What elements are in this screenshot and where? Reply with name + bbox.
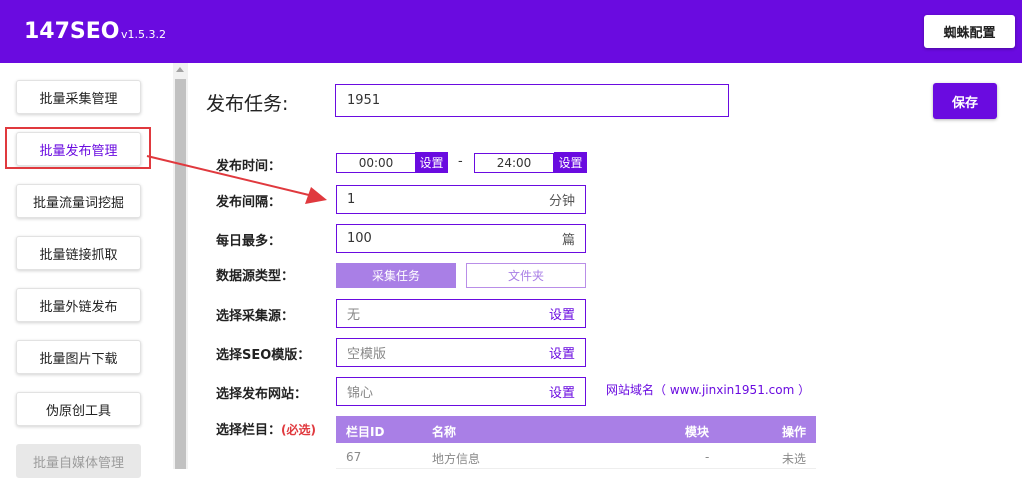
time-separator: - [458, 154, 463, 169]
scroll-up-arrow-icon[interactable] [176, 67, 184, 72]
publish-site-set-button[interactable]: 设置 [549, 382, 575, 401]
sidebar-item-batch-collect[interactable]: 批量采集管理 [16, 80, 141, 114]
row-module: - [705, 450, 710, 464]
seo-template-set-button[interactable]: 设置 [549, 343, 575, 362]
sidebar-item-pseudo-original[interactable]: 伪原创工具 [16, 392, 141, 426]
daily-max-value: 100 [347, 231, 372, 246]
interval-input[interactable]: 1 分钟 [336, 185, 586, 214]
end-time-set-button[interactable]: 设置 [554, 152, 587, 173]
site-domain-note: 网站域名（ www.jinxin1951.com ） [606, 383, 811, 397]
app-name: 147SEO [24, 19, 120, 44]
col-header-action: 操作 [782, 425, 807, 439]
collect-source-value: 无 [347, 308, 361, 323]
seo-template-label: 选择SEO模版： [216, 348, 311, 363]
save-button[interactable]: 保存 [933, 83, 997, 119]
publish-site-field[interactable]: 锦心 设置 [336, 377, 586, 406]
sidebar-scrollbar[interactable] [173, 63, 188, 469]
table-row[interactable]: 67 地方信息 - 未选 [336, 443, 816, 469]
daily-max-unit: 篇 [561, 233, 575, 248]
sidebar-item-media-manage[interactable]: 批量自媒体管理 [16, 444, 141, 478]
task-name-input[interactable]: 1951 [335, 84, 729, 117]
sidebar-item-keyword-mining[interactable]: 批量流量词挖掘 [16, 184, 141, 218]
col-header-id: 栏目ID [346, 425, 385, 439]
column-table-header: 栏目ID 名称 模块 操作 [336, 416, 816, 443]
start-time-input[interactable]: 00:00 [336, 153, 416, 173]
col-header-module: 模块 [685, 425, 710, 439]
sidebar-item-external-links[interactable]: 批量外链发布 [16, 288, 141, 322]
data-source-collect-task[interactable]: 采集任务 [336, 263, 456, 288]
required-mark: (必选) [281, 423, 316, 437]
seo-template-value: 空模版 [347, 347, 387, 362]
start-time-set-button[interactable]: 设置 [415, 152, 448, 173]
collect-source-label: 选择采集源： [216, 309, 295, 324]
end-time-input[interactable]: 24:00 [474, 153, 554, 173]
interval-value: 1 [347, 192, 356, 207]
row-name: 地方信息 [432, 452, 481, 466]
daily-max-label: 每日最多： [216, 234, 282, 249]
seo-template-field[interactable]: 空模版 设置 [336, 338, 586, 367]
spider-config-button[interactable]: 蜘蛛配置 [924, 15, 1015, 48]
interval-unit: 分钟 [548, 194, 575, 209]
collect-source-set-button[interactable]: 设置 [549, 304, 575, 323]
highlight-box [5, 127, 151, 169]
publish-site-value: 锦心 [347, 386, 374, 401]
collect-source-field[interactable]: 无 设置 [336, 299, 586, 328]
app-header: 147SEO v1.5.3.2 蜘蛛配置 [0, 0, 1022, 63]
sidebar-item-link-crawl[interactable]: 批量链接抓取 [16, 236, 141, 270]
data-source-label: 数据源类型： [216, 269, 295, 284]
row-id: 67 [346, 450, 362, 464]
scroll-thumb[interactable] [175, 79, 186, 469]
publish-time-label: 发布时间： [216, 159, 282, 174]
daily-max-input[interactable]: 100 篇 [336, 224, 586, 253]
app-version: v1.5.3.2 [121, 28, 166, 41]
col-header-name: 名称 [432, 425, 457, 439]
publish-site-label: 选择发布网站： [216, 387, 308, 402]
data-source-folder[interactable]: 文件夹 [466, 263, 586, 288]
task-label: 发布任务: [206, 93, 289, 115]
sidebar-item-image-download[interactable]: 批量图片下载 [16, 340, 141, 374]
column-label: 选择栏目：(必选) [216, 419, 316, 438]
column-label-text: 选择栏目： [216, 423, 282, 438]
row-action[interactable]: 未选 [782, 450, 806, 467]
interval-label: 发布间隔： [216, 195, 282, 210]
